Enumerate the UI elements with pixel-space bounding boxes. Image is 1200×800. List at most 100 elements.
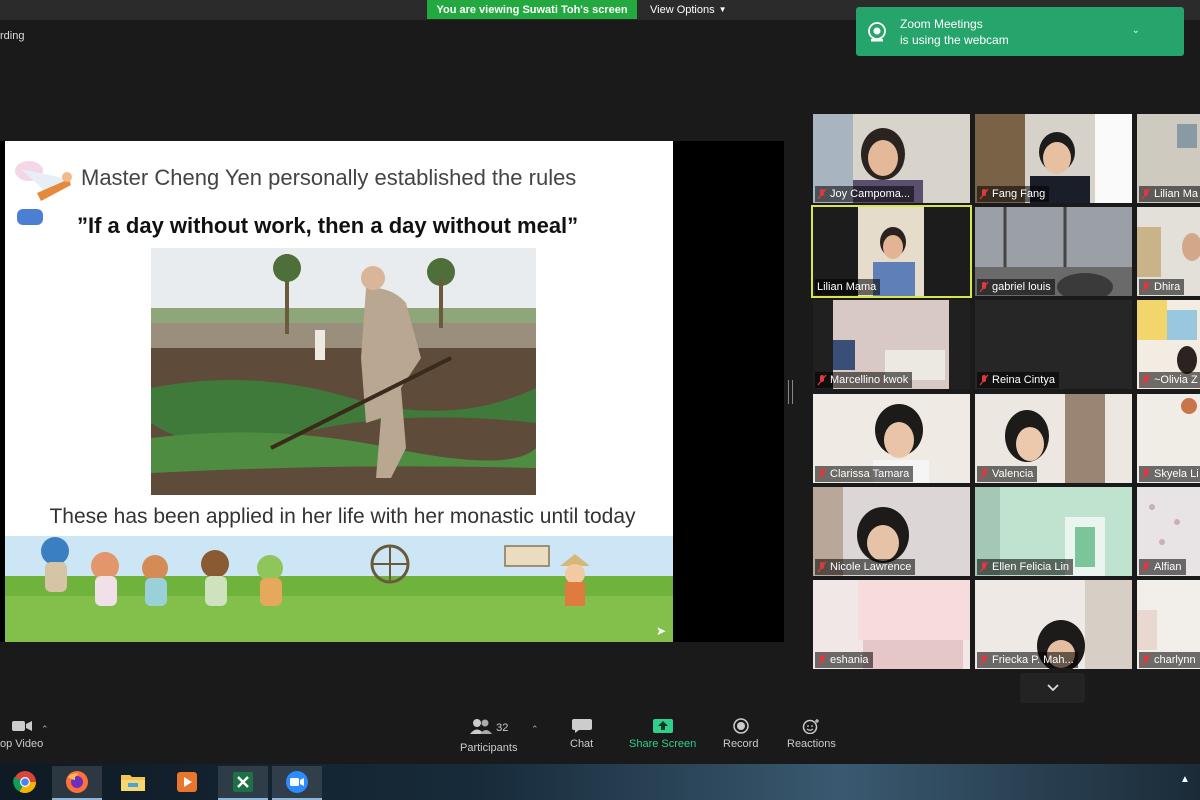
participant-name: Lilian Ma — [1154, 188, 1199, 200]
mic-muted-icon — [817, 561, 827, 573]
view-options-label: View Options — [650, 3, 715, 16]
mic-muted-icon — [1141, 654, 1151, 666]
participant-name: Lilian Mama — [817, 281, 877, 293]
video-tile[interactable]: Clarissa Tamara — [813, 394, 970, 483]
video-camera-icon — [11, 721, 32, 731]
mic-muted-icon — [979, 561, 989, 573]
viewing-banner: You are viewing Suwati Toh's screen — [427, 0, 637, 19]
chat-button[interactable]: Chat — [570, 718, 593, 750]
gallery-next-page-button[interactable] — [1020, 673, 1085, 703]
video-tile[interactable]: Marcellino kwok — [813, 300, 970, 389]
taskbar-chrome[interactable] — [0, 766, 50, 798]
mic-muted-icon — [1141, 561, 1151, 573]
mic-muted-icon — [817, 374, 827, 386]
video-tile[interactable]: charlynn — [1137, 580, 1200, 669]
file-explorer-icon — [121, 775, 145, 791]
video-tile[interactable]: Nicole Lawrence — [813, 487, 970, 576]
mic-muted-icon — [1141, 374, 1151, 386]
participant-name: Fang Fang — [992, 188, 1046, 200]
notification-title: Zoom Meetings — [900, 16, 983, 31]
stop-video-label: op Video — [0, 738, 44, 750]
taskbar-firefox[interactable] — [52, 766, 102, 800]
chevron-down-icon[interactable]: ⌄ — [1132, 25, 1140, 36]
recording-label: rding — [0, 30, 25, 42]
participant-name: ~Olivia Z — [1154, 374, 1198, 386]
stop-video-button[interactable]: op Video — [0, 718, 43, 750]
video-tile[interactable]: gabriel louis — [975, 207, 1132, 296]
video-tile[interactable]: Joy Campoma... — [813, 114, 970, 203]
taskbar-media-player[interactable] — [162, 766, 212, 798]
share-screen-button[interactable]: Share Screen — [629, 718, 696, 750]
reactions-label: Reactions — [787, 738, 836, 750]
participant-name: Skyela Li — [1154, 468, 1199, 480]
mic-muted-icon — [979, 468, 989, 480]
video-tile[interactable]: Ellen Felicia Lin — [975, 487, 1132, 576]
panel-splitter-handle[interactable] — [788, 380, 793, 404]
monk-gardening-photo — [151, 248, 536, 495]
mic-muted-icon — [1141, 188, 1151, 200]
reactions-button[interactable]: Reactions — [787, 718, 836, 750]
participants-button[interactable]: 32 Participants — [460, 718, 517, 754]
webcam-notification[interactable]: Zoom Meetings is using the webcam ⌄ — [856, 7, 1184, 56]
participants-icon — [470, 719, 493, 734]
system-tray-caret-icon[interactable]: ▲ — [1180, 774, 1190, 785]
participant-name: charlynn — [1154, 654, 1196, 666]
chat-label: Chat — [570, 738, 594, 750]
video-tile[interactable]: ~Olivia Z — [1137, 300, 1200, 389]
participant-name: Joy Campoma... — [830, 188, 911, 200]
mic-muted-icon — [1141, 468, 1151, 480]
slide-title: Master Cheng Yen personally established … — [81, 165, 577, 190]
mouse-cursor-icon: ➤ — [656, 624, 667, 638]
record-icon — [732, 718, 749, 734]
participants-options-caret-icon[interactable]: ⌃ — [531, 724, 539, 735]
presentation-slide: Master Cheng Yen personally established … — [5, 141, 673, 642]
chevron-down-icon — [1046, 684, 1059, 692]
video-tile-active-speaker[interactable]: Lilian Mama — [811, 205, 972, 298]
participant-name: gabriel louis — [992, 281, 1051, 293]
mic-muted-icon — [979, 654, 989, 666]
participant-name: Friecka P. Mah... — [992, 654, 1074, 666]
participant-name: Dhira — [1154, 281, 1181, 293]
excel-icon — [233, 772, 253, 792]
notification-body: is using the webcam — [900, 32, 1009, 47]
emoji-reaction-icon — [803, 719, 820, 734]
chevron-down-icon: ▼ — [718, 5, 727, 14]
video-tile[interactable]: Alfian — [1137, 487, 1200, 576]
video-tile[interactable]: Lilian Ma — [1137, 114, 1200, 203]
participant-name: Marcellino kwok — [830, 374, 909, 386]
mic-muted-icon — [979, 281, 989, 293]
video-tile[interactable]: Skyela Li — [1137, 394, 1200, 483]
record-button[interactable]: Record — [723, 718, 758, 750]
participants-label: Participants — [460, 742, 518, 754]
slide-caption: These has been applied in her life with … — [49, 505, 636, 528]
slide-quote: ”If a day without work, then a day witho… — [77, 213, 579, 238]
view-options-button[interactable]: View Options ▼ — [650, 0, 745, 19]
participants-count: 32 — [496, 722, 509, 734]
participant-name: Ellen Felicia Lin — [992, 561, 1070, 573]
taskbar-excel[interactable] — [218, 766, 268, 800]
taskbar-file-explorer[interactable] — [108, 766, 158, 798]
video-tile[interactable]: Friecka P. Mah... — [975, 580, 1132, 669]
zoom-icon — [286, 771, 308, 793]
record-label: Record — [723, 738, 759, 750]
mic-muted-icon — [979, 188, 989, 200]
participant-name: Nicole Lawrence — [830, 561, 912, 573]
video-tile[interactable]: Fang Fang — [975, 114, 1132, 203]
share-screen-icon — [652, 719, 673, 733]
taskbar-zoom[interactable] — [272, 766, 322, 800]
webcam-icon — [868, 21, 886, 41]
mic-muted-icon — [1141, 281, 1151, 293]
chrome-icon — [13, 771, 36, 793]
video-tile-no-video[interactable]: Reina Cintya — [975, 300, 1132, 389]
firefox-icon — [66, 771, 88, 793]
video-options-caret-icon[interactable]: ⌃ — [41, 724, 49, 735]
mic-muted-icon — [817, 654, 827, 666]
video-tile[interactable]: Valencia — [975, 394, 1132, 483]
share-screen-label: Share Screen — [629, 738, 697, 750]
video-tile[interactable]: eshania — [813, 580, 970, 669]
video-tile[interactable]: Dhira — [1137, 207, 1200, 296]
angel-bird-illustration — [15, 161, 72, 225]
mic-muted-icon — [817, 468, 827, 480]
media-player-icon — [177, 772, 197, 792]
participant-name: eshania — [830, 654, 869, 666]
